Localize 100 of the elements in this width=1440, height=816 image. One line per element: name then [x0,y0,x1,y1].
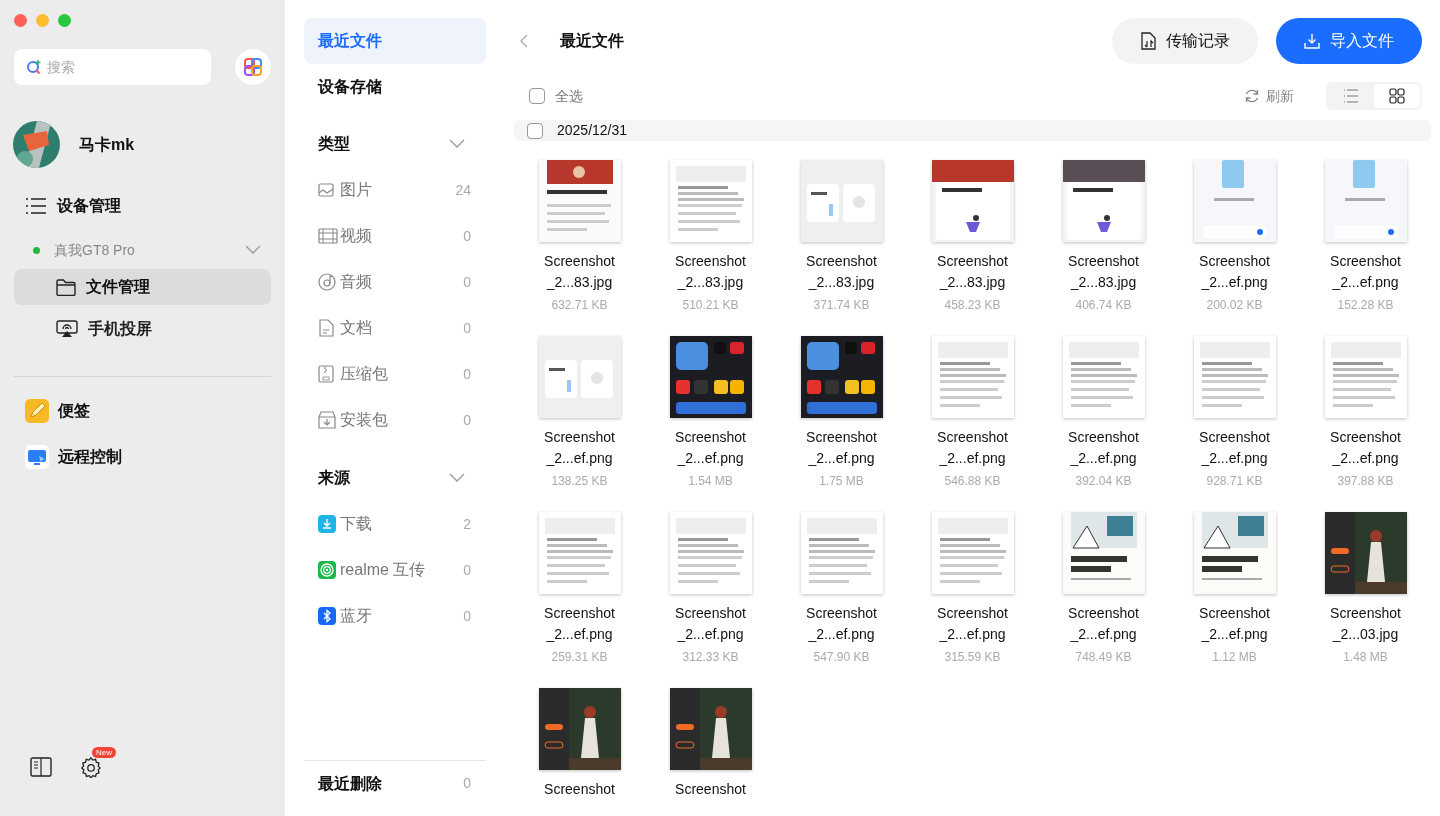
refresh-icon [1244,88,1260,104]
settings-icon [80,756,102,778]
file-size: 1.75 MB [819,473,864,490]
page-title: 最近文件 [560,31,625,51]
app-logo-button[interactable] [235,49,271,85]
folder-icon [56,278,76,296]
nav-item[interactable]: 压缩包 0 [304,351,486,397]
chevron-icon[interactable] [245,245,261,255]
back-icon [520,34,528,48]
import-button[interactable]: 导入文件 [1276,18,1422,64]
image-icon [318,182,334,198]
file-size: 748.49 KB [1075,649,1132,666]
sidebar-item[interactable]: 文件管理 [14,269,271,305]
chevron-icon[interactable] [449,139,465,149]
file-size: 1.54 MB [688,473,733,490]
file-name: Screenshot [675,780,746,799]
file-size: 397.88 KB [1337,473,1394,490]
app-logo-icon [243,57,263,77]
section-title: 设备管理 [57,196,121,216]
file-name: Screenshot _2...ef.png [544,428,615,468]
checkbox[interactable] [529,88,545,104]
file-size: 547.90 KB [813,649,870,666]
section-title: 来源 [318,468,350,488]
file-size: 928.71 KB [1206,473,1263,490]
file-size: 1.48 MB [1343,649,1388,666]
nav-item[interactable]: 最近文件 [304,18,486,64]
package-icon [318,411,336,429]
file-name: Screenshot _2...83.jpg [675,252,746,292]
nav-item[interactable]: realme 互传 0 [304,547,486,593]
file-size: 392.04 KB [1075,473,1132,490]
screen-cast-icon [56,320,78,338]
film-icon [318,228,338,244]
checkbox[interactable] [527,122,543,139]
wireless-icon [318,561,336,579]
file-size: 458.23 KB [944,297,1001,314]
file-name: Screenshot _2...ef.png [937,604,1008,644]
app-item[interactable]: 远程控制 [25,445,285,469]
zoom-button[interactable] [58,14,71,27]
file-size: 406.74 KB [1075,297,1132,314]
zip-file-icon [318,365,334,383]
user-name: 马卡mk [79,134,135,155]
file-name: Screenshot _2...ef.png [675,428,746,468]
file-size: 315.59 KB [944,649,1001,666]
nav-item[interactable]: 音频 0 [304,259,486,305]
transfer-button[interactable]: 传输记录 [1112,18,1258,64]
file-name: Screenshot _2...ef.png [675,604,746,644]
nav-item[interactable]: 视频 0 [304,213,486,259]
sidebar-item[interactable]: 手机投屏 [14,311,271,347]
file-size: 546.88 KB [944,473,1001,490]
list-icon [25,198,47,214]
file-size: 510.21 KB [682,297,739,314]
minimize-button[interactable] [36,14,49,27]
list-view-icon [1343,89,1359,103]
file-name: Screenshot _2...ef.png [544,604,615,644]
notes-icon [25,399,49,423]
view-toggle[interactable] [1326,82,1422,110]
file-transfer-icon [1140,32,1156,50]
nav-item[interactable]: 设备存储 [304,64,486,110]
document-icon [318,319,334,337]
download-icon [1304,33,1320,49]
nav-item[interactable]: 图片 24 [304,167,486,213]
date-header: 2025/12/31 [514,120,1431,141]
file-name: Screenshot _2...ef.png [1330,252,1401,292]
file-name: Screenshot _2...ef.png [1199,428,1270,468]
file-name: Screenshot _2...ef.png [806,604,877,644]
remote-desktop-icon [25,445,49,469]
select-all-label: 全选 [555,86,583,106]
file-name: Screenshot _2...ef.png [937,428,1008,468]
nav-item[interactable]: 最近删除 0 [304,760,486,806]
nav-item[interactable]: 蓝牙 0 [304,593,486,639]
file-size: 371.74 KB [813,297,870,314]
file-size: 200.02 KB [1206,297,1263,314]
download-icon [318,515,336,533]
file-name: Screenshot _2...03.jpg [1330,604,1401,644]
file-name: Screenshot _2...ef.png [1068,604,1139,644]
search-field[interactable]: 搜索 [14,49,211,85]
file-name: Screenshot _2...ef.png [1330,428,1401,468]
grid-view-icon [1389,88,1405,104]
close-button[interactable] [14,14,27,27]
file-name: Screenshot _2...ef.png [1068,428,1139,468]
sidebar-toggle-button[interactable] [30,756,52,778]
file-name: Screenshot _2...83.jpg [1068,252,1139,292]
nav-item[interactable]: 文档 0 [304,305,486,351]
settings-button[interactable] [80,756,102,778]
file-size: 259.31 KB [551,649,608,666]
nav-item[interactable]: 安装包 0 [304,397,486,443]
section-title: 类型 [318,134,350,154]
chevron-icon[interactable] [449,473,465,483]
nav-item[interactable]: 下载 2 [304,501,486,547]
view-tab[interactable] [1374,84,1420,108]
file-name: Screenshot _2...83.jpg [806,252,877,292]
file-name: Screenshot _2...ef.png [1199,252,1270,292]
search-icon [26,59,42,75]
file-name: Screenshot _2...83.jpg [937,252,1008,292]
file-size: 138.25 KB [551,473,608,490]
new-badge: New [92,747,116,758]
file-size: 632.71 KB [551,297,608,314]
refresh-button[interactable]: 刷新 [1244,85,1294,107]
app-item[interactable]: 便签 [25,399,285,423]
file-name: Screenshot _2...ef.png [806,428,877,468]
